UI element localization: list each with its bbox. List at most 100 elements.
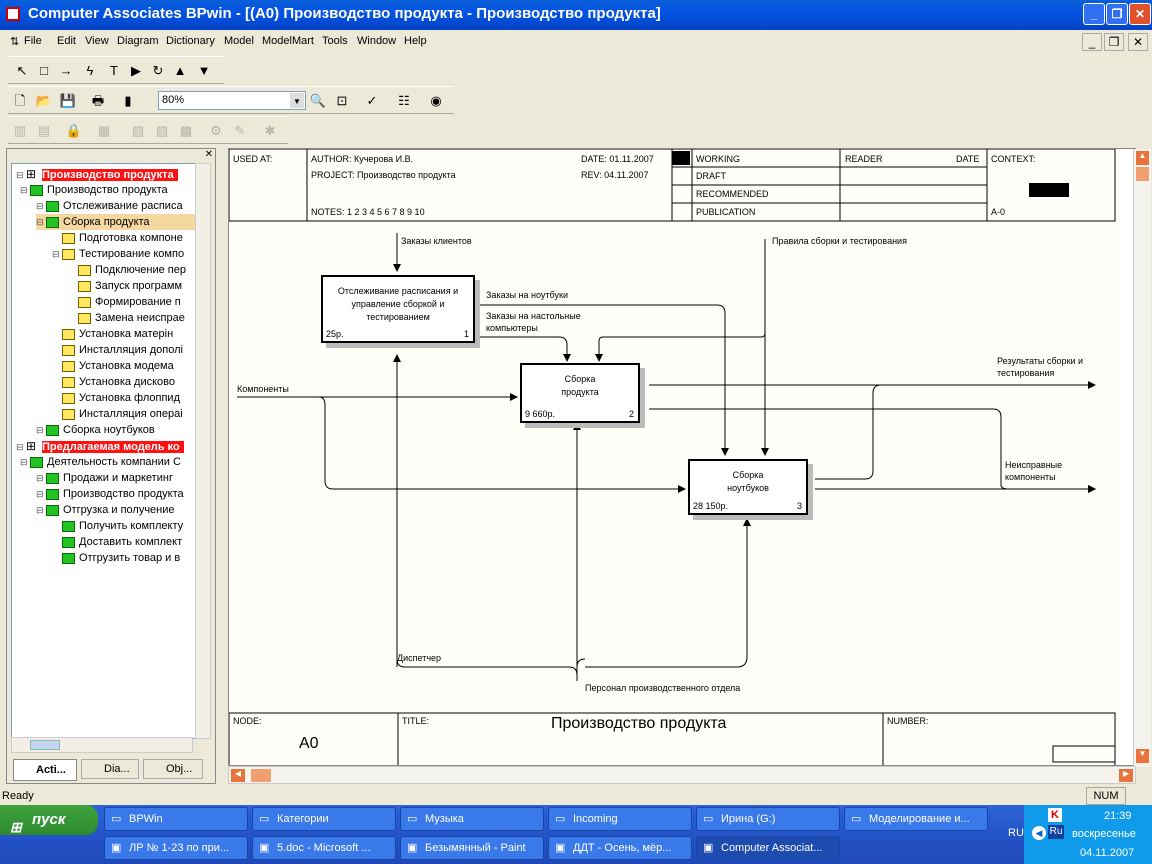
taskbar-window-button[interactable]: ▣ Безымянный - Paint — [400, 836, 544, 860]
model-explorer-icon[interactable]: ☷ — [394, 91, 414, 111]
taskbar-folder-button[interactable]: ▭ Категории — [252, 807, 396, 831]
modelmart-icon[interactable]: ◉ — [426, 91, 446, 111]
menu-diagram[interactable]: Diagram — [117, 35, 159, 47]
menu-help[interactable]: Help — [404, 35, 427, 47]
menu-modelmart[interactable]: ModelMart — [262, 35, 314, 47]
tree-item[interactable]: Запуск программ — [68, 278, 182, 294]
tree-item[interactable]: ⊟ Производство продукта — [20, 182, 168, 198]
menu-edit[interactable]: Edit — [57, 35, 76, 47]
canvas-hscrollbar[interactable]: ◀ ▶ — [228, 766, 1136, 784]
minimize-button[interactable]: _ — [1083, 3, 1105, 25]
tree-expander-icon[interactable]: ⊟ — [20, 182, 30, 198]
language-indicator[interactable]: RU — [1008, 827, 1024, 839]
tree-item[interactable]: Инсталляция операі — [52, 406, 183, 422]
start-button[interactable]: ⊞ пуск — [0, 805, 98, 835]
tree-item[interactable]: Подготовка компоне — [52, 230, 183, 246]
tree-item[interactable]: ⊟ Сборка ноутбуков — [36, 422, 155, 438]
menu-view[interactable]: View — [85, 35, 109, 47]
tree-item[interactable]: ⊟ Отгрузка и получение — [36, 502, 175, 518]
panel-close-icon[interactable]: ✕ — [205, 149, 213, 160]
tree-item[interactable]: Доставить комплект — [52, 534, 182, 550]
taskbar-window-button[interactable]: ▣ ДДТ - Осень, мёр... — [548, 836, 692, 860]
clock-time[interactable]: 21:39 — [1104, 810, 1132, 822]
arrow-label-desktop-orders[interactable]: Заказы на настольные компьютеры — [486, 310, 606, 334]
tree-expander-icon[interactable]: ⊟ — [20, 454, 30, 470]
tab-diagrams[interactable]: Dia... — [81, 759, 139, 779]
taskbar-folder-button[interactable]: ▭ Музыка — [400, 807, 544, 831]
print-icon[interactable]: 🖶 — [88, 91, 108, 111]
tree-item[interactable]: Установка флоппид — [52, 390, 180, 406]
taskbar-window-button[interactable]: ▣ 5.doc - Microsoft ... — [252, 836, 396, 860]
close-button[interactable]: ✕ — [1129, 3, 1151, 25]
activity-box-2[interactable]: Сборка продукта 9 660р. 2 — [520, 363, 640, 423]
tree-item[interactable]: Установка дисково — [52, 374, 175, 390]
tree-expander-icon[interactable]: ⊟ — [36, 502, 46, 518]
ru-layout-icon[interactable]: Ru — [1048, 825, 1064, 839]
menu-dictionary[interactable]: Dictionary — [166, 35, 215, 47]
taskbar-folder-button[interactable]: ▭ BPWin — [104, 807, 248, 831]
text-tool-icon[interactable]: T — [104, 61, 124, 81]
activity-box-3[interactable]: Сборка ноутбуков 28 150р. 3 — [688, 459, 808, 515]
arrow-label-notebook-orders[interactable]: Заказы на ноутбуки — [486, 290, 568, 300]
arrow-label-dispatcher[interactable]: Диспетчер — [397, 653, 441, 663]
maximize-button[interactable]: ❐ — [1106, 3, 1128, 25]
arrow-label-staff[interactable]: Персонал производственного отдела — [585, 683, 740, 693]
tree-item[interactable]: Замена неиспрае — [68, 310, 185, 326]
tab-activities[interactable]: Acti... — [13, 759, 77, 781]
tree-expander-icon[interactable]: ⊟ — [36, 214, 46, 230]
tree-expander-icon[interactable]: ⊟ — [36, 470, 46, 486]
taskbar-window-button[interactable]: ▣ Computer Associat... — [696, 836, 840, 860]
tray-expand-icon[interactable]: ◀ — [1032, 826, 1046, 840]
tree-item[interactable]: Подключение пер — [68, 262, 186, 278]
tree-item[interactable]: Установка матерін — [52, 326, 173, 342]
tree-item[interactable]: ⊟ Продажи и маркетинг — [36, 470, 173, 486]
canvas-vscrollbar[interactable]: ▲ ▼ — [1133, 149, 1151, 767]
tree-model-header[interactable]: ⊟ ⊞ Предлагаемая модель ко — [16, 438, 184, 454]
taskbar-folder-button[interactable]: ▭ Ирина (G:) — [696, 807, 840, 831]
menu-tools[interactable]: Tools — [322, 35, 348, 47]
zoom-select[interactable]: 80% ▼ — [158, 91, 306, 110]
arrow-label-faulty[interactable]: Неисправные компоненты — [1005, 459, 1085, 483]
window-titlebar[interactable]: Computer Associates BPwin - [(A0) Произв… — [0, 0, 1152, 30]
mdi-close-button[interactable]: ✕ — [1128, 33, 1148, 51]
taskbar-folder-button[interactable]: ▭ Incoming — [548, 807, 692, 831]
mdi-restore-button[interactable]: ❐ — [1104, 33, 1124, 51]
tree-item[interactable]: Получить комплекту — [52, 518, 183, 534]
taskbar-folder-button[interactable]: ▭ Моделирование и... — [844, 807, 988, 831]
rotate-tool-icon[interactable]: ↻ — [148, 61, 168, 81]
pointer-tool-icon[interactable]: ↖ — [12, 61, 32, 81]
tree-item[interactable]: Отгрузить товар и в — [52, 550, 180, 566]
tree-item[interactable]: Инсталляция дополі — [52, 342, 183, 358]
arrow-label-orders[interactable]: Заказы клиентов — [401, 236, 472, 246]
menu-window[interactable]: Window — [357, 35, 396, 47]
tree-expander-icon[interactable]: ⊟ — [16, 167, 26, 183]
open-icon[interactable]: 📂 — [34, 91, 54, 111]
tree-item[interactable]: ⊟ Тестирование компо — [52, 246, 184, 262]
tree-item[interactable]: Формирование п — [68, 294, 181, 310]
tree-vscrollbar[interactable] — [195, 163, 211, 739]
menu-model[interactable]: Model — [224, 35, 254, 47]
tree-expander-icon[interactable]: ⊟ — [16, 439, 26, 455]
idef0-diagram[interactable]: USED AT: AUTHOR: Кучерова И.В. PROJECT: … — [229, 149, 1117, 765]
taskbar-window-button[interactable]: ▣ ЛР № 1-23 по при... — [104, 836, 248, 860]
tree-model-header[interactable]: ⊟ ⊞ Производство продукта — [16, 166, 178, 182]
tree-item[interactable]: Установка модема — [52, 358, 174, 374]
tree-item[interactable]: ⊟ Отслеживание расписа — [36, 198, 183, 214]
mdi-minimize-button[interactable]: _ — [1082, 33, 1102, 51]
squiggle-tool-icon[interactable]: ϟ — [80, 61, 100, 81]
tree-hscrollbar[interactable] — [11, 737, 193, 753]
save-icon[interactable]: 💾 — [58, 91, 78, 111]
box-tool-icon[interactable]: □ — [34, 61, 54, 81]
tree-expander-icon[interactable]: ⊟ — [36, 422, 46, 438]
go-to-child-icon[interactable]: ▶ — [126, 61, 146, 81]
spellcheck-icon[interactable]: ✓ — [362, 91, 382, 111]
tree-expander-icon[interactable]: ⊟ — [36, 198, 46, 214]
go-down-icon[interactable]: ▼ — [194, 61, 214, 81]
arrow-label-results[interactable]: Результаты сборки и тестирования — [997, 355, 1107, 379]
activity-box-1[interactable]: Отслеживание расписания и управление сбо… — [321, 275, 475, 343]
new-icon[interactable]: 🗋 — [10, 91, 30, 111]
arrow-tool-icon[interactable]: → — [56, 61, 76, 81]
tree-expander-icon[interactable]: ⊟ — [36, 486, 46, 502]
menu-file[interactable]: File — [24, 35, 42, 47]
tree-expander-icon[interactable]: ⊟ — [52, 246, 62, 262]
